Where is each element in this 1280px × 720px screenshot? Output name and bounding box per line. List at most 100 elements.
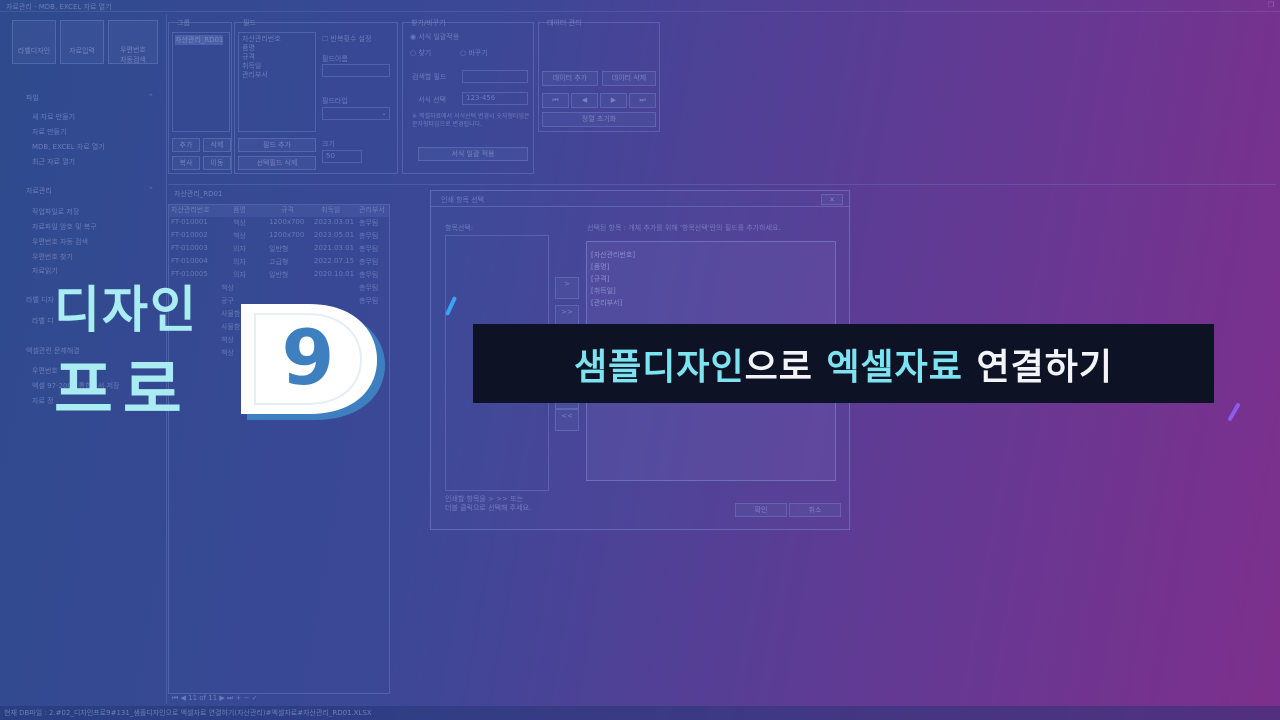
- grid-cell[interactable]: 책상: [221, 283, 234, 293]
- close-icon[interactable]: ✕: [821, 194, 843, 205]
- group-delete-button[interactable]: 삭제: [203, 138, 231, 152]
- grid-cell[interactable]: 총무팀: [359, 270, 378, 280]
- data-grid[interactable]: 자산관리번호 품명 규격 취득일 관리부서 FT-010001 책상 1200x…: [168, 204, 390, 694]
- grid-col-header[interactable]: 자산관리번호: [171, 205, 210, 215]
- format-select[interactable]: 123-456: [462, 92, 528, 105]
- grid-cell[interactable]: 일반형: [269, 244, 288, 254]
- chevron-up-icon[interactable]: ⌃: [148, 186, 154, 194]
- grid-cell[interactable]: 총무팀: [359, 244, 378, 254]
- grid-cell[interactable]: FT-010002: [171, 231, 208, 239]
- sidebar-section-label[interactable]: 라벨 디자: [26, 295, 54, 305]
- grid-cell[interactable]: 총무팀: [359, 218, 378, 228]
- restore-icon[interactable]: ❐: [1268, 1, 1274, 9]
- grid-cell[interactable]: 공구: [221, 296, 234, 306]
- grid-cell[interactable]: 총무팀: [359, 257, 378, 267]
- grid-cell[interactable]: 2023.03.01: [314, 218, 354, 226]
- grid-cell[interactable]: FT-010005: [171, 270, 208, 278]
- table-row[interactable]: FT-010003 의자 일반형 2021.03.01 총무팀: [169, 244, 389, 256]
- prev-record-icon[interactable]: ◀: [571, 93, 598, 108]
- group-move-button[interactable]: 이동: [203, 156, 231, 170]
- grid-cell[interactable]: 책상: [221, 335, 234, 345]
- next-record-icon[interactable]: ▶: [600, 93, 627, 108]
- remove-all-button[interactable]: <<: [555, 409, 579, 431]
- group-list[interactable]: 자산관리_RD01: [172, 32, 230, 132]
- sidebar-item[interactable]: 자료읽기: [32, 266, 58, 276]
- selected-field-delete-button[interactable]: 선택필드 삭제: [238, 156, 316, 170]
- sidebar-item[interactable]: 새 자료 만들기: [32, 112, 75, 122]
- grid-cell[interactable]: FT-010003: [171, 244, 208, 252]
- grid-col-header[interactable]: 취득일: [321, 205, 340, 215]
- grid-cell[interactable]: 책상: [221, 348, 234, 358]
- radio-apply-all[interactable]: ◉ 서식 일괄적용: [410, 32, 459, 42]
- sidebar-item[interactable]: 우편번호 자동 검색: [32, 237, 88, 247]
- grid-cell[interactable]: FT-010001: [171, 218, 208, 226]
- sidebar-item[interactable]: 우편번호 찾기: [32, 252, 73, 262]
- grid-col-header[interactable]: 규격: [281, 205, 294, 215]
- chevron-up-icon[interactable]: ⌃: [148, 93, 154, 101]
- sidebar-item[interactable]: 자료파일 암호 및 복구: [32, 222, 97, 232]
- data-delete-button[interactable]: 데이터 삭제: [602, 71, 656, 86]
- table-row[interactable]: FT-010004 의자 고급형 2022.07.15 총무팀: [169, 257, 389, 269]
- field-name-input[interactable]: [322, 64, 390, 77]
- table-row[interactable]: FT-010005 의자 일반형 2020.10.01 총무팀: [169, 270, 389, 282]
- last-record-icon[interactable]: ⏭: [629, 93, 656, 108]
- ok-button[interactable]: 확인: [735, 503, 787, 517]
- grid-cell[interactable]: FT-010004: [171, 257, 208, 265]
- size-stepper[interactable]: 50: [322, 150, 362, 163]
- first-record-icon[interactable]: ⏮: [542, 93, 569, 108]
- field-list[interactable]: 자산관리번호 품명 규격 취득일 관리부서: [238, 32, 316, 132]
- grid-cell[interactable]: 1200x700: [269, 231, 304, 239]
- grid-cell[interactable]: 책상: [233, 231, 246, 241]
- radio-replace[interactable]: ○ 바꾸기: [460, 48, 488, 58]
- sidebar-item[interactable]: 자료 만들기: [32, 127, 66, 137]
- sidebar-item[interactable]: 최근 자료 열기: [32, 157, 75, 167]
- list-item[interactable]: [품명]: [591, 262, 609, 272]
- list-item[interactable]: [관리부서]: [591, 298, 622, 308]
- grid-cell[interactable]: 일반형: [269, 270, 288, 280]
- grid-cell[interactable]: 고급형: [269, 257, 288, 267]
- field-add-button[interactable]: 필드 추가: [238, 138, 316, 152]
- table-row[interactable]: FT-010001 책상 1200x700 2023.03.01 총무팀: [169, 218, 389, 230]
- grid-col-header[interactable]: 품명: [233, 205, 246, 215]
- radio-find[interactable]: ○ 찾기: [410, 48, 431, 58]
- format-apply-button[interactable]: 서식 일괄 적용: [418, 147, 528, 161]
- group-list-item[interactable]: 자산관리_RD01: [175, 35, 224, 45]
- sidebar-item[interactable]: 자료 정: [32, 396, 54, 406]
- field-list-item[interactable]: 관리부서: [242, 70, 268, 80]
- grid-cell[interactable]: 의자: [233, 257, 246, 267]
- grid-cell[interactable]: 의자: [233, 270, 246, 280]
- field-type-select[interactable]: ⌄: [322, 107, 390, 120]
- cancel-button[interactable]: 취소: [789, 503, 841, 517]
- sidebar-section-file[interactable]: 파일: [26, 93, 39, 103]
- data-add-button[interactable]: 데이터 추가: [542, 71, 598, 86]
- grid-cell[interactable]: 2021.03.01: [314, 244, 354, 252]
- grid-cell[interactable]: 1200x700: [269, 218, 304, 226]
- label-design-button[interactable]: 라벨디자인: [12, 20, 56, 64]
- grid-col-header[interactable]: 관리부서: [359, 205, 385, 215]
- table-row[interactable]: 책상 총무팀: [169, 283, 389, 295]
- sidebar-item[interactable]: 라벨 디: [32, 316, 54, 326]
- grid-cell[interactable]: 2023.05.01: [314, 231, 354, 239]
- add-item-button[interactable]: >: [555, 277, 579, 299]
- table-row[interactable]: FT-010002 책상 1200x700 2023.05.01 총무팀: [169, 231, 389, 243]
- sidebar-item[interactable]: MDB, EXCEL 자료 열기: [32, 142, 105, 152]
- grid-cell[interactable]: 2022.07.15: [314, 257, 354, 265]
- sidebar-item[interactable]: 작업파일로 저장: [32, 207, 79, 217]
- grid-tab[interactable]: 자산관리_RD01: [174, 189, 222, 199]
- sort-reset-button[interactable]: 정렬 초기화: [542, 112, 656, 127]
- list-item[interactable]: [취득일]: [591, 286, 616, 296]
- group-copy-button[interactable]: 복사: [172, 156, 200, 170]
- zip-search-button[interactable]: 우편번호 자동검색: [108, 20, 158, 64]
- grid-cell[interactable]: 책상: [233, 218, 246, 228]
- search-field-select[interactable]: [462, 70, 528, 83]
- grid-cell[interactable]: 총무팀: [359, 231, 378, 241]
- list-item[interactable]: [규격]: [591, 274, 609, 284]
- grid-cell[interactable]: 총무팀: [359, 283, 378, 293]
- repeat-checkbox[interactable]: ☐ 반복횟수 설정: [322, 34, 371, 44]
- group-add-button[interactable]: 추가: [172, 138, 200, 152]
- sidebar-section-data[interactable]: 자료관리: [26, 186, 52, 196]
- grid-cell[interactable]: 2020.10.01: [314, 270, 354, 278]
- data-input-button[interactable]: 자료입력: [60, 20, 104, 64]
- list-item[interactable]: [자산관리번호]: [591, 250, 635, 260]
- grid-pager[interactable]: ⏮ ◀ 11 of 11 ▶ ⏭ + − ✓: [172, 694, 258, 703]
